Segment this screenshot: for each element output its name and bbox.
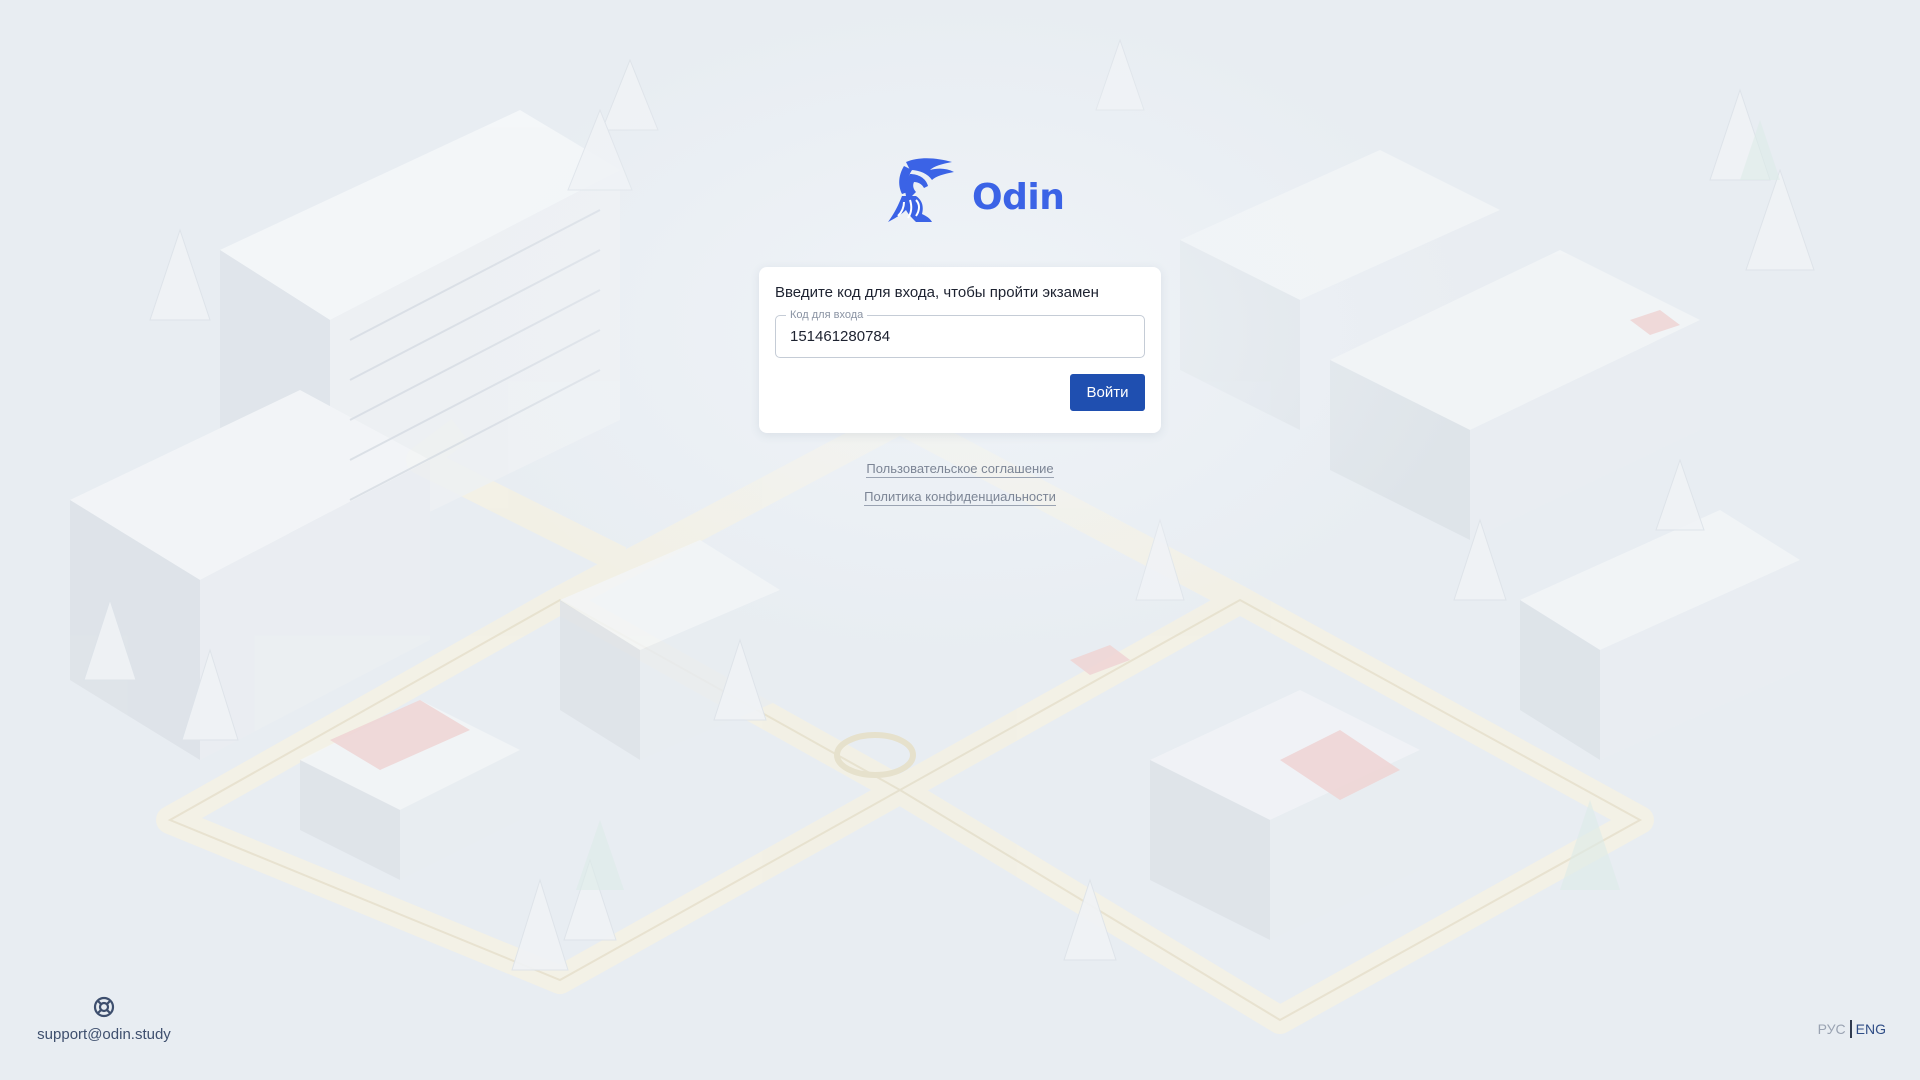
language-switch: РУС ENG (1818, 1020, 1886, 1038)
login-code-field[interactable]: Код для входа (775, 308, 1145, 358)
user-agreement-row: Пользовательское соглашение (760, 460, 1160, 478)
login-actions: Войти (775, 374, 1145, 411)
user-agreement-link[interactable]: Пользовательское соглашение (866, 461, 1054, 478)
odin-head-icon (888, 158, 954, 222)
lifebuoy-icon[interactable] (93, 996, 115, 1018)
privacy-policy-link[interactable]: Политика конфиденциальности (864, 489, 1056, 506)
support-block: support@odin.study (30, 996, 178, 1043)
language-separator (1849, 1020, 1852, 1038)
language-en-option[interactable]: ENG (1856, 1021, 1886, 1037)
language-ru-option[interactable]: РУС (1818, 1021, 1846, 1037)
brand-name: Odin (972, 176, 1065, 218)
login-title: Введите код для входа, чтобы пройти экза… (775, 284, 1099, 301)
brand-logo: Odin (886, 156, 1065, 226)
support-email-link[interactable]: support@odin.study (30, 1026, 178, 1043)
login-card: Введите код для входа, чтобы пройти экза… (759, 267, 1161, 433)
privacy-policy-row: Политика конфиденциальности (760, 488, 1160, 506)
login-submit-button[interactable]: Войти (1070, 374, 1145, 411)
login-code-input[interactable] (776, 316, 1144, 357)
